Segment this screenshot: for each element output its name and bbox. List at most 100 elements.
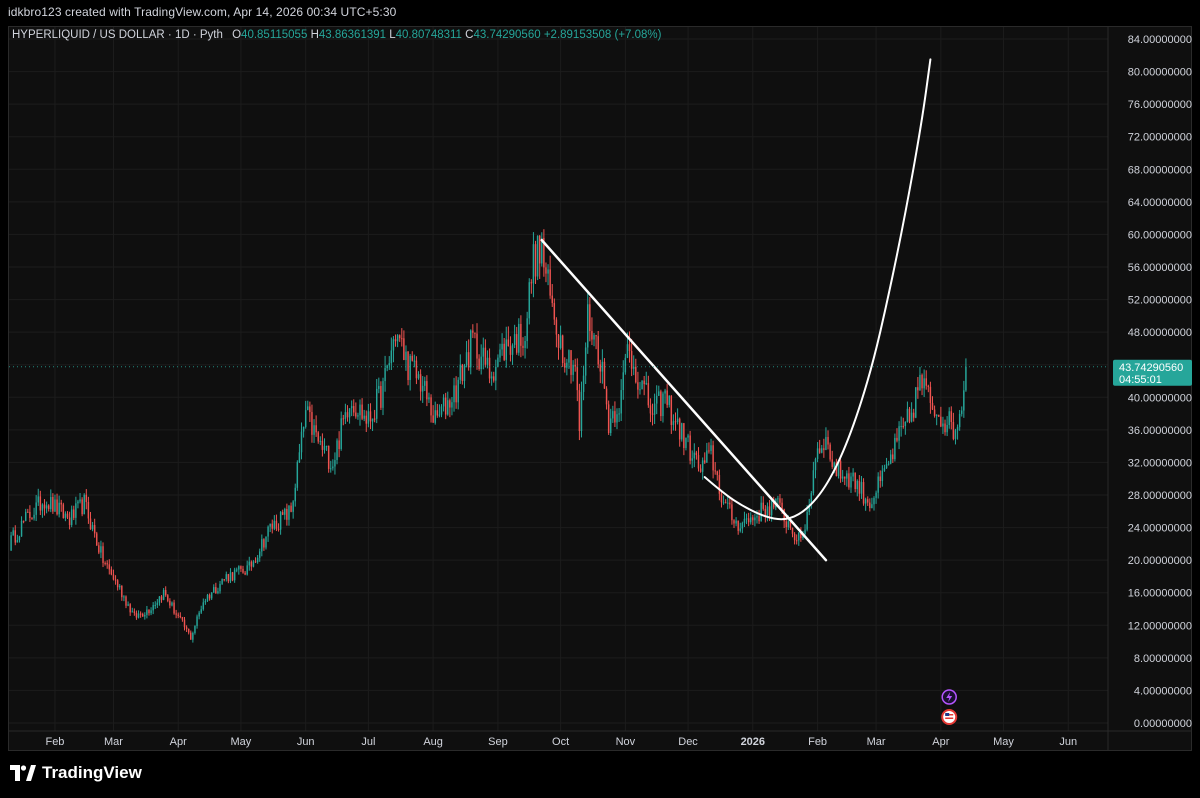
- candle-body: [417, 374, 420, 379]
- candle: [281, 509, 284, 516]
- candle-body: [770, 499, 773, 516]
- candle: [152, 602, 154, 615]
- candle: [382, 377, 384, 416]
- x-tick-label: Feb: [45, 736, 64, 748]
- downtrend-line[interactable]: [540, 238, 828, 562]
- candle: [148, 609, 150, 616]
- candle-body: [956, 427, 959, 431]
- chart-icons[interactable]: [941, 689, 958, 725]
- candle-body: [739, 528, 742, 531]
- y-tick-label: 28.00000000: [1128, 490, 1192, 502]
- drawings[interactable]: [540, 58, 932, 562]
- candle-body: [624, 357, 627, 373]
- candle: [793, 532, 796, 545]
- price-axis[interactable]: 0.00000000 4.00000000 8.00000000 12.0000000…: [1107, 27, 1192, 750]
- candle: [553, 298, 556, 325]
- candle-body: [887, 463, 890, 465]
- candle-body: [795, 540, 798, 542]
- candle: [524, 335, 526, 359]
- candle-body: [338, 440, 340, 449]
- candle: [821, 445, 823, 454]
- candle: [98, 542, 100, 555]
- legend-high-label: H: [310, 29, 319, 41]
- candle-body: [375, 388, 378, 419]
- candle-body: [662, 393, 664, 417]
- y-tick-label: 48.00000000: [1128, 327, 1192, 339]
- candle: [666, 383, 668, 408]
- candle: [839, 459, 842, 483]
- candle: [933, 405, 936, 418]
- candle: [850, 472, 852, 493]
- candle-body: [83, 494, 85, 515]
- candle-body: [279, 512, 282, 530]
- candle: [236, 567, 238, 573]
- candle: [240, 565, 242, 572]
- tradingview-brand[interactable]: TradingView: [10, 763, 142, 783]
- candle: [915, 387, 917, 419]
- time-axis[interactable]: Feb Mar Apr May Jun Jul Aug Sep Oct Nov Dec 2026 Feb…: [9, 730, 1191, 748]
- candle-body: [185, 627, 188, 629]
- candle: [687, 433, 689, 443]
- candle: [668, 395, 670, 408]
- candle: [233, 567, 236, 583]
- candle: [238, 565, 240, 575]
- candle-body: [332, 466, 334, 469]
- candle: [708, 442, 710, 454]
- candle-body: [578, 390, 581, 432]
- candle: [637, 371, 639, 399]
- candle-body: [720, 493, 723, 503]
- candle-body: [701, 460, 704, 472]
- candle: [810, 491, 813, 509]
- candle: [334, 452, 336, 475]
- candle: [655, 385, 658, 415]
- candle-body: [173, 602, 175, 614]
- price-chart[interactable]: 0.00000000 4.00000000 8.00000000 12.0000000…: [0, 0, 1200, 798]
- candle: [403, 330, 405, 361]
- candle-body: [77, 501, 79, 504]
- candle: [290, 502, 292, 513]
- legend-open-label: O: [232, 29, 242, 41]
- candle: [96, 531, 98, 546]
- candle: [121, 585, 123, 601]
- candle-body: [741, 522, 744, 529]
- candle-body: [307, 406, 309, 411]
- candle: [935, 414, 938, 426]
- candle-body: [384, 368, 386, 382]
- candle: [300, 422, 303, 460]
- us-flag-icon[interactable]: [941, 709, 958, 725]
- x-tick-label: Apr: [932, 736, 949, 748]
- candle-body: [821, 448, 823, 453]
- candle: [54, 494, 56, 512]
- candle: [662, 391, 664, 423]
- candle-body: [942, 423, 944, 427]
- candle: [952, 412, 955, 441]
- candle: [497, 354, 499, 368]
- candle-body: [628, 344, 631, 351]
- lightning-icon[interactable]: [941, 689, 957, 705]
- candle: [825, 427, 827, 451]
- candle: [22, 520, 25, 524]
- candle-body: [183, 619, 186, 628]
- candle-body: [762, 502, 764, 509]
- candle: [864, 497, 867, 511]
- candle: [311, 404, 313, 443]
- candle: [743, 511, 746, 527]
- candle: [89, 511, 92, 530]
- candle-body: [747, 518, 750, 523]
- candle: [651, 403, 654, 426]
- candle-body: [697, 455, 700, 469]
- candle: [355, 402, 357, 419]
- candle-body: [367, 411, 370, 424]
- candle: [125, 595, 127, 609]
- candle-body: [340, 418, 342, 449]
- candle: [545, 262, 547, 283]
- candle: [678, 417, 681, 447]
- candle: [167, 594, 169, 603]
- candle-body: [112, 574, 115, 580]
- candle: [284, 507, 286, 520]
- candle-body: [269, 523, 271, 527]
- candle: [693, 443, 696, 468]
- candle: [169, 598, 171, 609]
- candle-body: [787, 521, 790, 528]
- candle-body: [704, 460, 706, 463]
